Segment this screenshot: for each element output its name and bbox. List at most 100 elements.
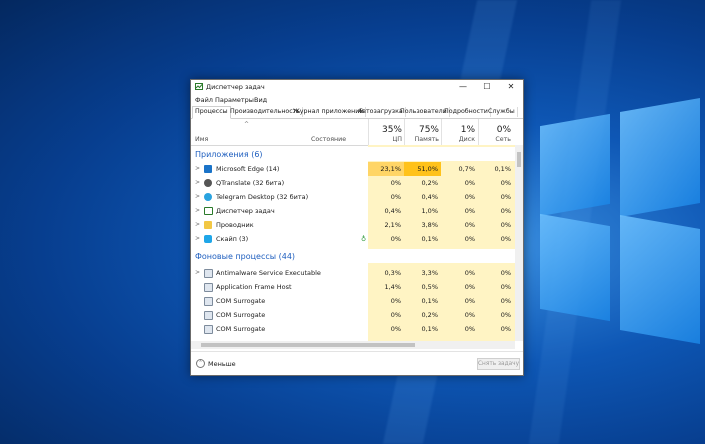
service-window-icon: [204, 311, 213, 320]
menu-options[interactable]: Параметры: [215, 96, 254, 104]
horizontal-scrollbar[interactable]: [191, 341, 515, 349]
table-row[interactable]: COM Surrogate 0% 0,2% 0% 0%: [191, 308, 515, 322]
process-name: Antimalware Service Executable: [216, 269, 321, 277]
expand-chevron-icon[interactable]: >: [195, 179, 200, 186]
cpu-value: 1,4%: [384, 283, 401, 291]
memory-value: 0,1%: [421, 297, 438, 305]
disk-value: 0%: [464, 207, 475, 215]
tab-details[interactable]: Подробности: [442, 107, 491, 117]
disk-value: 0%: [464, 297, 475, 305]
collapse-chevron-icon[interactable]: ⌃: [196, 359, 205, 368]
memory-value: 0,4%: [421, 193, 438, 201]
table-row[interactable]: > Скайп (3) ♁ 0% 0,1% 0% 0%: [191, 232, 515, 246]
process-name: Скайп (3): [216, 235, 249, 243]
table-row[interactable]: > Диспетчер задач 0,4% 1,0% 0% 0%: [191, 204, 515, 218]
network-value: 0%: [500, 283, 511, 291]
process-name: Проводник: [216, 221, 254, 229]
cpu-value: 23,1%: [380, 165, 401, 173]
telegram-icon: [204, 193, 212, 201]
process-name: Microsoft Edge (14): [216, 165, 280, 173]
close-button[interactable]: ✕: [499, 80, 523, 94]
maximize-button[interactable]: ☐: [475, 80, 499, 94]
col-status-header[interactable]: Состояние: [311, 136, 346, 143]
expand-chevron-icon[interactable]: >: [195, 269, 200, 276]
minimize-button[interactable]: —: [451, 80, 475, 94]
expand-chevron-icon[interactable]: >: [195, 221, 200, 228]
table-row[interactable]: > Microsoft Edge (14) 23,1% 51,0% 0,7% 0…: [191, 162, 515, 176]
cpu-value: 0,4%: [384, 207, 401, 215]
cpu-value: 0%: [390, 297, 401, 305]
table-row[interactable]: > Проводник 2,1% 3,8% 0% 0%: [191, 218, 515, 232]
group-header-background[interactable]: Фоновые процессы (44): [191, 249, 515, 263]
table-row[interactable]: COM Surrogate 0% 0,1% 0% 0%: [191, 322, 515, 336]
disk-value: 0%: [464, 235, 475, 243]
network-value: 0%: [500, 207, 511, 215]
network-value: 0%: [500, 297, 511, 305]
windows-logo-pane: [620, 97, 700, 218]
network-value: 0%: [500, 325, 511, 333]
menu-bar: Файл Параметры Вид: [191, 94, 523, 105]
vertical-scroll-thumb[interactable]: [517, 152, 521, 167]
expand-chevron-icon[interactable]: >: [195, 207, 200, 214]
disk-value: 0%: [464, 325, 475, 333]
table-row[interactable]: Application Frame Host 1,4% 0,5% 0% 0%: [191, 280, 515, 294]
expand-chevron-icon[interactable]: >: [195, 193, 200, 200]
tab-processes[interactable]: Процессы: [192, 106, 231, 119]
network-total: 0%: [496, 125, 511, 135]
table-row[interactable]: COM Surrogate 0% 0,1% 0% 0%: [191, 294, 515, 308]
task-manager-window: Диспетчер задач — ☐ ✕ Файл Параметры Вид…: [190, 79, 524, 376]
col-disk-header[interactable]: Диск: [442, 136, 475, 143]
column-divider[interactable]: [368, 119, 369, 145]
fewer-details-link[interactable]: Меньше: [208, 360, 236, 368]
column-divider[interactable]: [404, 119, 405, 145]
process-name: COM Surrogate: [216, 325, 266, 333]
cpu-value: 0%: [390, 235, 401, 243]
memory-value: 3,8%: [421, 221, 438, 229]
network-value: 0%: [500, 193, 511, 201]
cpu-total: 35%: [381, 125, 402, 135]
title-bar[interactable]: Диспетчер задач — ☐ ✕: [191, 80, 523, 94]
group-header-apps[interactable]: Приложения (6): [191, 147, 515, 161]
end-task-button[interactable]: Снять задачу: [477, 358, 520, 370]
horizontal-scroll-thumb[interactable]: [201, 343, 415, 347]
table-row[interactable]: > Telegram Desktop (32 бита) 0% 0,4% 0% …: [191, 190, 515, 204]
memory-value: 0,1%: [421, 235, 438, 243]
expand-chevron-icon[interactable]: >: [195, 235, 200, 242]
table-row[interactable]: > Antimalware Service Executable 0,3% 3,…: [191, 266, 515, 280]
col-name-header[interactable]: Имя: [195, 136, 208, 143]
group-label: Фоновые процессы (44): [195, 252, 296, 261]
col-memory-header[interactable]: Память: [405, 136, 439, 143]
disk-value: 0%: [464, 179, 475, 187]
process-name: COM Surrogate: [216, 297, 266, 305]
column-divider[interactable]: [441, 119, 442, 145]
skype-icon: [204, 235, 212, 243]
service-window-icon: [204, 269, 213, 278]
col-cpu-header[interactable]: ЦП: [369, 136, 402, 143]
cpu-value: 0%: [390, 193, 401, 201]
windows-logo-pane: [540, 213, 610, 322]
memory-value: 0,2%: [421, 179, 438, 187]
memory-value: 3,3%: [421, 269, 438, 277]
service-window-icon: [204, 325, 213, 334]
disk-value: 0%: [464, 311, 475, 319]
qtranslate-icon: [204, 179, 212, 187]
memory-value: 51,0%: [417, 165, 438, 173]
memory-value: 0,5%: [421, 283, 438, 291]
menu-file[interactable]: Файл: [195, 96, 213, 104]
sort-up-icon: ^: [244, 121, 250, 128]
vertical-scrollbar[interactable]: [515, 145, 523, 341]
network-value: 0,1%: [494, 165, 511, 173]
network-value: 0%: [500, 221, 511, 229]
col-network-header[interactable]: Сеть: [479, 136, 511, 143]
windows-logo-pane: [620, 214, 700, 345]
memory-total: 75%: [418, 125, 439, 135]
footer-bar: ⌃ Меньше Снять задачу: [191, 351, 523, 375]
expand-chevron-icon[interactable]: >: [195, 165, 200, 172]
column-divider[interactable]: [478, 119, 479, 145]
process-name: Диспетчер задач: [216, 207, 275, 215]
process-name: Telegram Desktop (32 бита): [216, 193, 309, 201]
table-row[interactable]: > QTranslate (32 бита) 0% 0,2% 0% 0%: [191, 176, 515, 190]
tab-services[interactable]: Службы: [486, 107, 518, 117]
menu-view[interactable]: Вид: [254, 96, 267, 104]
explorer-icon: [204, 221, 212, 229]
